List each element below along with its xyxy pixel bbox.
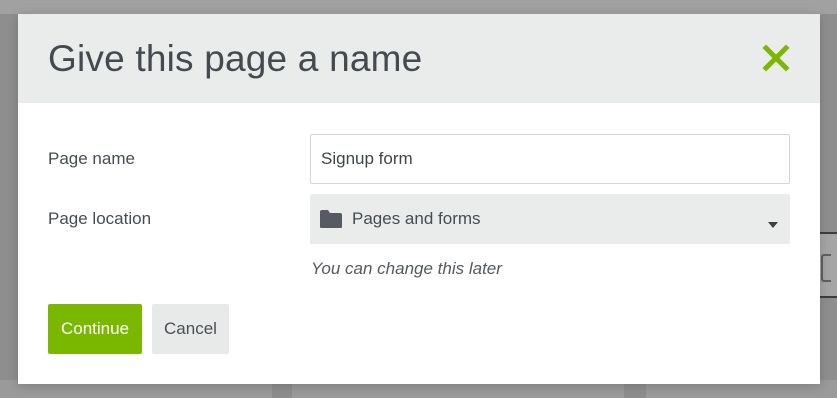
- page-location-label: Page location: [48, 209, 152, 228]
- dialog-header: Give this page a name: [18, 14, 820, 103]
- chevron-down-icon: [768, 215, 778, 228]
- background-icon: [821, 254, 831, 282]
- close-icon[interactable]: [760, 42, 792, 74]
- page-location-hint: You can change this later: [311, 259, 502, 278]
- background-page-strip: [0, 0, 837, 14]
- page-location-value: Pages and forms: [352, 209, 481, 228]
- cancel-button[interactable]: Cancel: [152, 304, 229, 354]
- folder-icon: [319, 209, 343, 229]
- continue-button[interactable]: Continue: [48, 304, 142, 354]
- page-name-dialog: Give this page a name Page name Page loc…: [18, 14, 820, 384]
- dialog-title: Give this page a name: [48, 38, 423, 79]
- page-name-label: Page name: [48, 149, 135, 168]
- page-location-select[interactable]: Pages and forms: [310, 194, 790, 244]
- page-name-input[interactable]: [310, 134, 790, 184]
